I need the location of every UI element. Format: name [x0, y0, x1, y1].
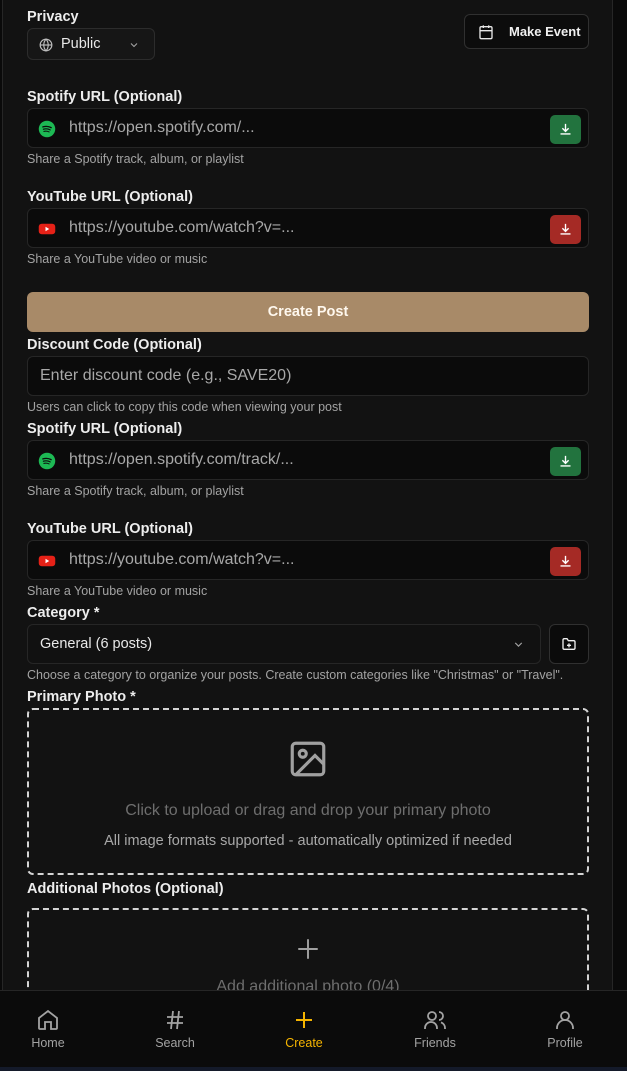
youtube-icon [38, 555, 56, 567]
primary-photo-main-text: Click to upload or drag and drop your pr… [125, 802, 491, 819]
category-label: Category * [27, 605, 100, 621]
nav-create-label: Create [285, 1036, 323, 1050]
nav-friends[interactable]: Friends [390, 991, 480, 1067]
plus-icon [296, 1012, 312, 1028]
users-icon [424, 1011, 446, 1029]
spotify-url-field[interactable]: https://open.spotify.com/track/... [27, 440, 589, 480]
make-event-label: Make Event [509, 24, 581, 39]
privacy-select[interactable]: Public [27, 28, 155, 60]
create-post-page: Privacy Public Make Event Spotify URL (O… [0, 0, 627, 1071]
youtube-import-button[interactable] [550, 547, 581, 576]
nav-home[interactable]: Home [3, 991, 93, 1067]
nav-profile-label: Profile [547, 1036, 583, 1050]
youtube-url-hint: Share a YouTube video or music [27, 252, 208, 266]
privacy-value: Public [61, 36, 101, 52]
globe-icon [39, 38, 53, 52]
spotify-url-hint: Share a Spotify track, album, or playlis… [27, 152, 244, 166]
discount-code-input[interactable]: Enter discount code (e.g., SAVE20) [40, 367, 291, 385]
youtube-url-hint: Share a YouTube video or music [27, 584, 208, 598]
spotify-url-label: Spotify URL (Optional) [27, 89, 183, 105]
nav-profile[interactable]: Profile [520, 991, 610, 1067]
nav-bottom-bar [0, 1067, 627, 1071]
youtube-url-input[interactable]: https://youtube.com/watch?v=... [69, 551, 294, 569]
youtube-icon [38, 223, 56, 235]
nav-friends-label: Friends [414, 1036, 456, 1050]
spotify-icon [38, 452, 56, 470]
discount-code-hint: Users can click to copy this code when v… [27, 400, 342, 414]
spotify-url-field[interactable]: https://open.spotify.com/... [27, 108, 589, 148]
spotify-import-button[interactable] [550, 115, 581, 144]
plus-icon [298, 939, 318, 959]
primary-photo-dropzone[interactable]: Click to upload or drag and drop your pr… [27, 708, 589, 875]
calendar-icon [479, 25, 493, 40]
download-icon [560, 455, 571, 467]
additional-photos-label: Additional Photos (Optional) [27, 881, 224, 897]
user-icon [556, 1011, 574, 1029]
primary-photo-sub-text: All image formats supported - automatica… [104, 833, 512, 849]
image-icon [290, 741, 326, 777]
download-icon [560, 223, 571, 235]
nav-create[interactable]: Create [259, 991, 349, 1067]
make-event-button[interactable]: Make Event [464, 14, 589, 49]
discount-code-field[interactable]: Enter discount code (e.g., SAVE20) [27, 356, 589, 396]
hash-icon [167, 1010, 183, 1030]
youtube-url-label: YouTube URL (Optional) [27, 521, 193, 537]
nav-search[interactable]: Search [130, 991, 220, 1067]
spotify-url-input[interactable]: https://open.spotify.com/track/... [69, 451, 294, 469]
category-value: General (6 posts) [40, 636, 153, 652]
nav-home-label: Home [31, 1036, 65, 1050]
home-icon [38, 1009, 58, 1030]
download-icon [560, 555, 571, 567]
youtube-url-field[interactable]: https://youtube.com/watch?v=... [27, 208, 589, 248]
spotify-url-label: Spotify URL (Optional) [27, 421, 183, 437]
folder-plus-icon [562, 638, 576, 650]
bottom-nav: Home Search Create Friends Profile [0, 990, 627, 1071]
spotify-url-hint: Share a Spotify track, album, or playlis… [27, 484, 244, 498]
new-category-button[interactable] [549, 624, 589, 664]
spotify-import-button[interactable] [550, 447, 581, 476]
privacy-label: Privacy [27, 9, 79, 25]
spotify-url-input[interactable]: https://open.spotify.com/... [69, 119, 255, 137]
discount-code-label: Discount Code (Optional) [27, 337, 202, 353]
youtube-url-label: YouTube URL (Optional) [27, 189, 193, 205]
download-icon [560, 123, 571, 135]
spotify-icon [38, 120, 56, 138]
nav-search-label: Search [155, 1036, 195, 1050]
youtube-import-button[interactable] [550, 215, 581, 244]
category-hint: Choose a category to organize your posts… [27, 668, 564, 682]
chevron-down-icon [130, 43, 138, 48]
youtube-url-field[interactable]: https://youtube.com/watch?v=... [27, 540, 589, 580]
create-post-form: Privacy Public Make Event Spotify URL (O… [2, 0, 613, 1000]
primary-photo-label: Primary Photo * [27, 689, 136, 705]
youtube-url-input[interactable]: https://youtube.com/watch?v=... [69, 219, 294, 237]
create-post-button[interactable]: Create Post [27, 292, 589, 332]
category-select[interactable]: General (6 posts) [27, 624, 541, 664]
chevron-down-icon [514, 642, 523, 647]
additional-photos-dropzone[interactable]: Add additional photo (0/4) [27, 908, 589, 1000]
